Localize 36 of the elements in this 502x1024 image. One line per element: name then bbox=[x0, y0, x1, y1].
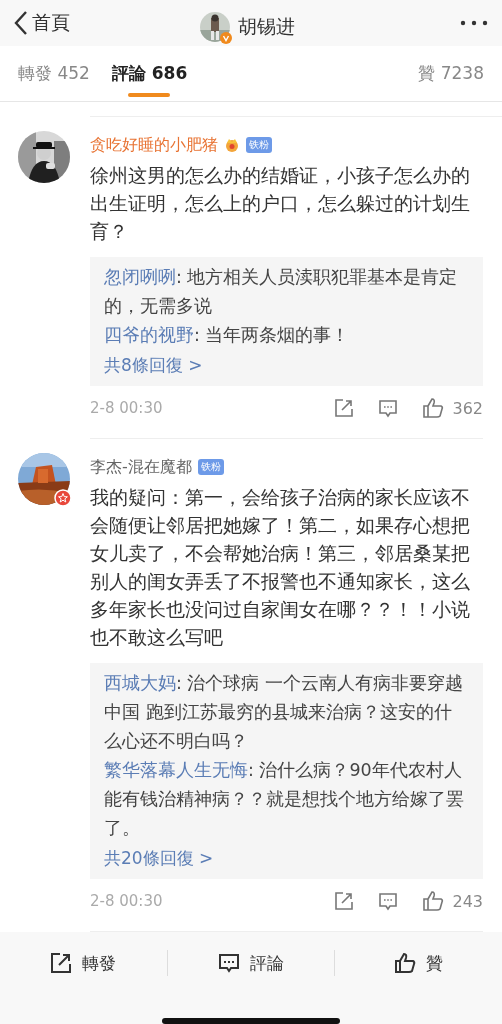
action-button[interactable]: 轉發 bbox=[0, 951, 167, 975]
reply-author[interactable]: 西城大妈 bbox=[104, 673, 176, 693]
comment-time: 2-8 00:30 bbox=[90, 399, 163, 417]
action-button[interactable]: 評論 bbox=[167, 951, 335, 975]
tab[interactable]: 贊 7238 bbox=[418, 45, 484, 101]
reply-text: 四爷的视野: 当年两条烟的事！ bbox=[104, 324, 351, 347]
like-button[interactable]: 243 bbox=[422, 890, 483, 912]
share-icon[interactable] bbox=[50, 952, 73, 974]
comment-text: 我的疑问：第一，会给孩子治病的家长应该不会随便让邻居把她嫁了！第二，如果存心想把女儿卖了，不会帮她治病！第三，邻居桑某把别人的闺女弄丢了不报警也不通知家长，这么多年家长也没问过自家闺女在哪？？！！小说也不敢这么写吧 bbox=[90, 485, 471, 650]
action-button[interactable]: 贊 bbox=[335, 951, 502, 975]
comment-icon[interactable] bbox=[218, 952, 240, 974]
crown-icon bbox=[224, 137, 240, 153]
reply-text: 繁华落幕人生无悔: 治什么病？90年代农村人能有钱治精神病？？就是想找个地方给嫁了罢了。 bbox=[104, 759, 465, 840]
tab[interactable]: 評論 686 bbox=[111, 45, 188, 101]
chevron-icon[interactable] bbox=[14, 9, 28, 36]
thumbs-up-icon[interactable] bbox=[394, 952, 417, 974]
reply-author[interactable]: 忽闭咧咧 bbox=[104, 267, 176, 287]
thumbs-up-icon[interactable] bbox=[422, 890, 445, 912]
reply-text: 西城大妈: 治个球病 一个云南人有病非要穿越中国 跑到江苏最穷的县城来治病？这安的什么心还不明白吗？ bbox=[104, 672, 465, 753]
author-name[interactable]: 李杰-混在魔都 bbox=[90, 456, 192, 478]
comment-time: 2-8 00:30 bbox=[90, 892, 163, 910]
like-button[interactable]: 362 bbox=[422, 397, 483, 419]
reply-text: 忽闭咧咧: 地方相关人员渎职犯罪基本是肯定的，无需多说 bbox=[104, 266, 459, 318]
tab[interactable]: 轉發 452 bbox=[18, 45, 90, 101]
more-icon[interactable] bbox=[460, 19, 488, 26]
reply-author[interactable]: 繁华落幕人生无悔 bbox=[104, 760, 248, 780]
back-button[interactable]: 首頁 bbox=[14, 9, 70, 36]
reply-author[interactable]: 四爷的视野 bbox=[104, 325, 194, 345]
fan-badge: 铁粉 bbox=[246, 137, 272, 153]
thumbs-up-icon[interactable] bbox=[422, 397, 445, 419]
more-replies-link[interactable]: 共8條回復 > bbox=[104, 350, 203, 380]
fan-badge: 铁粉 bbox=[197, 459, 224, 475]
comment-text: 徐州这男的怎么办的结婚证，小孩子怎么办的出生证明，怎么上的户口，怎么躲过的计划生育？ bbox=[90, 163, 471, 244]
account-name: 胡锡进 bbox=[238, 14, 295, 39]
author-name[interactable]: 贪吃好睡的小肥猪 bbox=[90, 134, 218, 156]
more-replies-link[interactable]: 共20條回復 > bbox=[104, 843, 214, 873]
